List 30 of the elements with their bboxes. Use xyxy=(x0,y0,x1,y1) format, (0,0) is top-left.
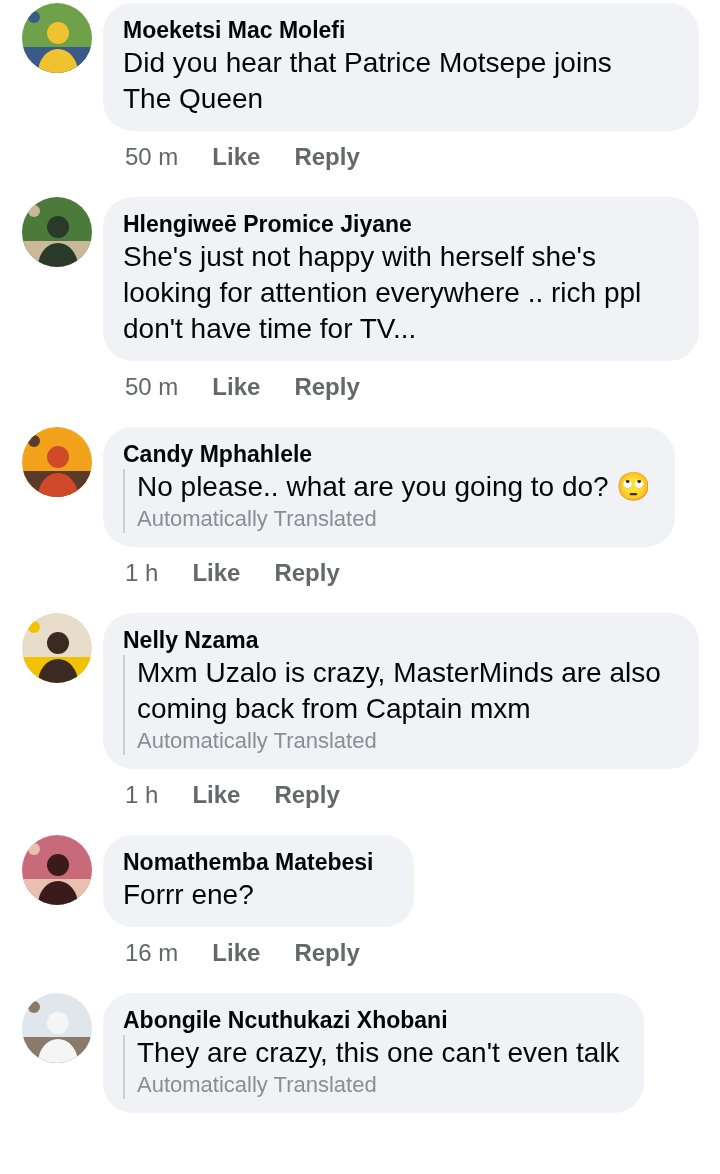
author-name[interactable]: Hlengiweē Promice Jiyane xyxy=(123,209,659,239)
like-link[interactable]: Like xyxy=(192,557,241,589)
timestamp: 50 m xyxy=(125,142,179,172)
reply-link[interactable]: Reply xyxy=(274,557,340,589)
reply-link[interactable]: Reply xyxy=(274,779,340,811)
author-name[interactable]: Abongile Ncuthukazi Xhobani xyxy=(123,1005,620,1035)
author-name[interactable]: Candy Mphahlele xyxy=(123,439,652,469)
comment-text: Did you hear that Patrice Motsepe joins The Queen xyxy=(123,46,613,116)
comment-text: Forrr ene? xyxy=(123,878,255,912)
reply-link[interactable]: Reply xyxy=(294,141,360,173)
translation-note: Automatically Translated xyxy=(137,505,378,533)
author-name[interactable]: Moeketsi Mac Molefi xyxy=(123,15,659,45)
like-link[interactable]: Like xyxy=(192,779,241,811)
comment-text: She's just not happy with herself she's looking for attention everywhere .. rich ppl don't have time for TV... xyxy=(123,240,643,346)
like-link[interactable]: Like xyxy=(212,371,261,403)
comment-text: Mxm Uzalo is crazy, MasterMinds are also coming back from Captain mxm xyxy=(137,656,662,726)
comment-text: No please.. what are you going to do? 🙄 xyxy=(137,470,652,504)
reply-link[interactable]: Reply xyxy=(294,937,360,969)
timestamp: 1 h xyxy=(125,558,159,588)
timestamp: 50 m xyxy=(125,372,179,402)
author-name[interactable]: Nomathemba Matebesi xyxy=(123,847,374,877)
like-link[interactable]: Like xyxy=(212,141,261,173)
like-link[interactable]: Like xyxy=(212,937,261,969)
reply-link[interactable]: Reply xyxy=(294,371,360,403)
translation-note: Automatically Translated xyxy=(137,727,378,755)
timestamp: 1 h xyxy=(125,780,159,810)
author-name[interactable]: Nelly Nzama xyxy=(123,625,675,655)
timestamp: 16 m xyxy=(125,938,179,968)
translation-note: Automatically Translated xyxy=(137,1071,378,1099)
comment-text: They are crazy, this one can't even talk xyxy=(137,1036,620,1070)
